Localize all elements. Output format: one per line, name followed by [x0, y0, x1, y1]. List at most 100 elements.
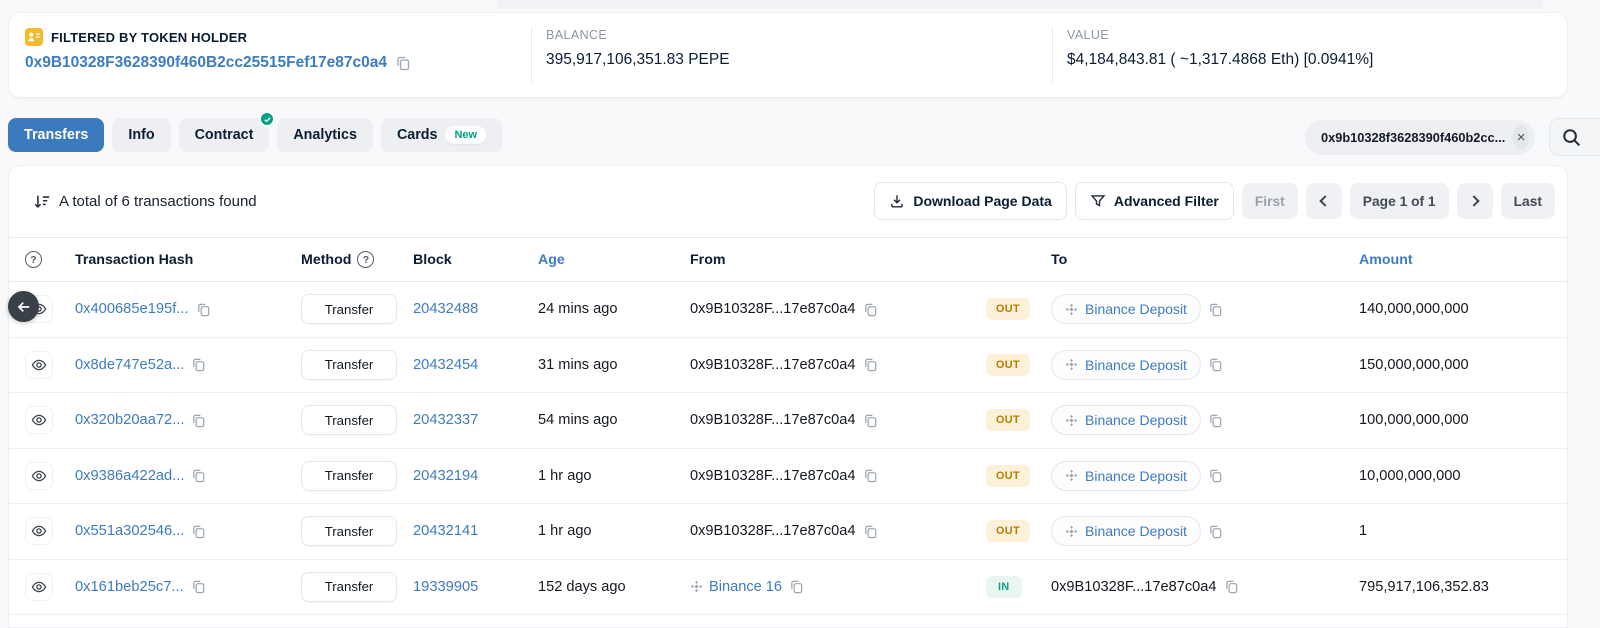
- copy-icon[interactable]: [789, 579, 804, 594]
- copy-icon[interactable]: [1208, 468, 1223, 483]
- to-label-link[interactable]: Binance Deposit: [1051, 405, 1201, 435]
- age-cell: 152 days ago: [538, 579, 690, 595]
- tab-info[interactable]: Info: [112, 118, 170, 152]
- hash-cell: 0x551a302546...: [75, 523, 301, 539]
- summary-text: A total of 6 transactions found: [59, 193, 257, 210]
- amount-text: 150,000,000,000: [1359, 357, 1469, 373]
- age-text: 24 mins ago: [538, 301, 618, 317]
- help-icon[interactable]: ?: [25, 251, 42, 268]
- header-amount[interactable]: Amount: [1359, 252, 1551, 268]
- transactions-summary: A total of 6 transactions found: [25, 193, 257, 210]
- tab-analytics[interactable]: Analytics: [277, 118, 373, 152]
- binance-diamond-icon: [1065, 525, 1078, 538]
- block-cell: 20432141: [413, 523, 538, 539]
- help-icon[interactable]: ?: [357, 251, 374, 268]
- pagination-prev-button[interactable]: [1306, 183, 1342, 219]
- copy-icon[interactable]: [395, 55, 411, 71]
- download-page-data-button[interactable]: Download Page Data: [874, 182, 1066, 220]
- copy-icon[interactable]: [196, 302, 211, 317]
- holder-address-link[interactable]: 0x9B10328F3628390f460B2cc25515Fef17e87c0…: [25, 54, 387, 72]
- header-method: Method ?: [301, 251, 413, 268]
- tx-hash-link[interactable]: 0x320b20aa72...: [75, 412, 184, 428]
- pagination-next-button[interactable]: [1457, 183, 1493, 219]
- tx-hash-link[interactable]: 0x400685e195f...: [75, 301, 189, 317]
- tx-hash-link[interactable]: 0x551a302546...: [75, 523, 184, 539]
- filter-title: FILTERED BY TOKEN HOLDER: [51, 30, 247, 45]
- search-icon: [1562, 128, 1581, 147]
- eye-button[interactable]: [25, 573, 53, 601]
- block-link[interactable]: 20432194: [413, 468, 478, 484]
- copy-icon[interactable]: [1208, 413, 1223, 428]
- pagination-first-button[interactable]: First: [1242, 183, 1298, 219]
- advanced-filter-button[interactable]: Advanced Filter: [1075, 182, 1234, 220]
- search-filter-chip[interactable]: 0x9b10328f3628390f460b2cc... ×: [1305, 120, 1535, 155]
- block-link[interactable]: 20432454: [413, 357, 478, 373]
- copy-icon[interactable]: [1208, 524, 1223, 539]
- eye-button[interactable]: [25, 351, 53, 379]
- eye-cell: [25, 517, 75, 545]
- method-cell: Transfer: [301, 294, 413, 324]
- amount-text: 100,000,000,000: [1359, 412, 1469, 428]
- eye-button[interactable]: [25, 517, 53, 545]
- copy-icon[interactable]: [191, 524, 206, 539]
- copy-icon[interactable]: [863, 302, 878, 317]
- to-label-link[interactable]: Binance Deposit: [1051, 461, 1201, 491]
- copy-icon[interactable]: [191, 357, 206, 372]
- binance-diamond-icon: [1065, 303, 1078, 316]
- block-link[interactable]: 19339905: [413, 579, 478, 595]
- block-link[interactable]: 20432488: [413, 301, 478, 317]
- copy-icon[interactable]: [1224, 579, 1239, 594]
- pagination-last-button[interactable]: Last: [1501, 183, 1555, 219]
- back-button[interactable]: [8, 291, 39, 322]
- method-badge[interactable]: Transfer: [301, 294, 397, 324]
- tx-hash-link[interactable]: 0x161beb25c7...: [75, 579, 184, 595]
- method-badge[interactable]: Transfer: [301, 572, 397, 602]
- method-badge[interactable]: Transfer: [301, 461, 397, 491]
- copy-icon[interactable]: [863, 413, 878, 428]
- to-label-link[interactable]: Binance Deposit: [1051, 294, 1201, 324]
- transfers-card: A total of 6 transactions found Download…: [8, 165, 1568, 628]
- tab-cards[interactable]: Cards New: [381, 118, 502, 152]
- table-row: 0x161beb25c7... Transfer 19339905 152 da…: [9, 560, 1567, 616]
- copy-icon[interactable]: [191, 468, 206, 483]
- direction-cell: OUT: [986, 465, 1051, 487]
- tab-contract[interactable]: Contract: [179, 118, 270, 152]
- direction-badge: OUT: [986, 465, 1030, 487]
- pagination-page-indicator[interactable]: Page 1 of 1: [1350, 183, 1449, 219]
- copy-icon[interactable]: [863, 468, 878, 483]
- method-badge[interactable]: Transfer: [301, 350, 397, 380]
- eye-cell: [25, 351, 75, 379]
- block-link[interactable]: 20432141: [413, 523, 478, 539]
- eye-button[interactable]: [25, 462, 53, 490]
- method-cell: Transfer: [301, 405, 413, 435]
- direction-badge: IN: [986, 576, 1022, 598]
- header-age[interactable]: Age: [538, 252, 690, 268]
- to-label-link[interactable]: Binance Deposit: [1051, 516, 1201, 546]
- copy-icon[interactable]: [191, 579, 206, 594]
- tx-hash-link[interactable]: 0x9386a422ad...: [75, 468, 184, 484]
- from-address: 0x9B10328F...17e87c0a4: [690, 523, 856, 539]
- to-label-text: Binance Deposit: [1085, 301, 1187, 317]
- copy-icon[interactable]: [863, 524, 878, 539]
- tx-hash-link[interactable]: 0x8de747e52a...: [75, 357, 184, 373]
- copy-icon[interactable]: [1208, 357, 1223, 372]
- eye-button[interactable]: [25, 406, 53, 434]
- hash-cell: 0x400685e195f...: [75, 301, 301, 317]
- tab-transfers[interactable]: Transfers: [8, 118, 104, 152]
- copy-icon[interactable]: [863, 357, 878, 372]
- copy-icon[interactable]: [191, 413, 206, 428]
- to-label-link[interactable]: Binance Deposit: [1051, 350, 1201, 380]
- method-badge[interactable]: Transfer: [301, 516, 397, 546]
- eye-icon: [31, 357, 47, 373]
- to-address: 0x9B10328F...17e87c0a4: [1051, 579, 1217, 595]
- clear-filter-button[interactable]: ×: [1513, 125, 1529, 150]
- amount-text: 1: [1359, 523, 1367, 539]
- copy-icon[interactable]: [1208, 302, 1223, 317]
- tabs-row: Transfers Info Contract Analytics Cards …: [8, 118, 1600, 154]
- method-badge[interactable]: Transfer: [301, 405, 397, 435]
- search-button[interactable]: [1549, 118, 1600, 156]
- block-link[interactable]: 20432337: [413, 412, 478, 428]
- from-label-link[interactable]: Binance 16: [690, 579, 782, 595]
- holder-column: FILTERED BY TOKEN HOLDER 0x9B10328F36283…: [9, 13, 531, 97]
- to-cell: 0x9B10328F...17e87c0a4: [1051, 579, 1359, 595]
